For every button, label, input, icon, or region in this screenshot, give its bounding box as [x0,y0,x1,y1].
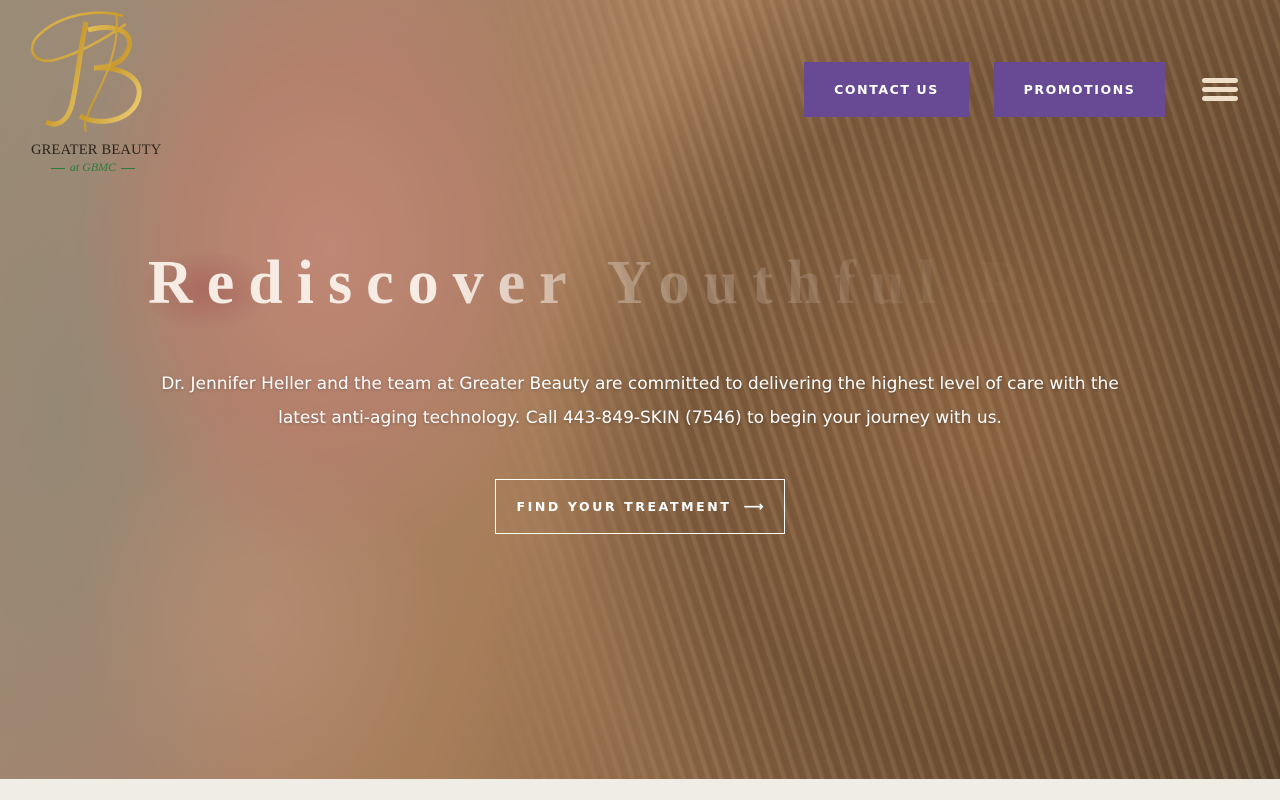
gb-monogram-logo [30,11,142,133]
cta-label: FIND YOUR TREATMENT [516,499,732,514]
arrow-right-icon: ⟶ [743,498,764,515]
next-section-edge [0,779,1280,800]
contact-us-button[interactable]: CONTACT US [804,62,969,117]
hero-headline: Rediscover Youthful Radiance [148,249,1148,317]
menu-bar [1202,78,1238,83]
site-logo[interactable]: GREATER BEAUTY at GBMC [28,8,162,175]
promotions-button[interactable]: PROMOTIONS [994,62,1165,117]
find-your-treatment-button[interactable]: FIND YOUR TREATMENT ⟶ [495,479,785,534]
brand-name: GREATER BEAUTY [31,142,162,158]
brand-subtitle: at GBMC [43,160,143,175]
menu-bar [1202,96,1238,101]
menu-bar [1202,87,1238,92]
hero-background-image: GREATER BEAUTY at GBMC CONTACT US PROMOT… [0,0,1280,779]
hamburger-menu-icon[interactable] [1200,76,1240,106]
hero-intro-text: Dr. Jennifer Heller and the team at Grea… [161,374,1119,428]
